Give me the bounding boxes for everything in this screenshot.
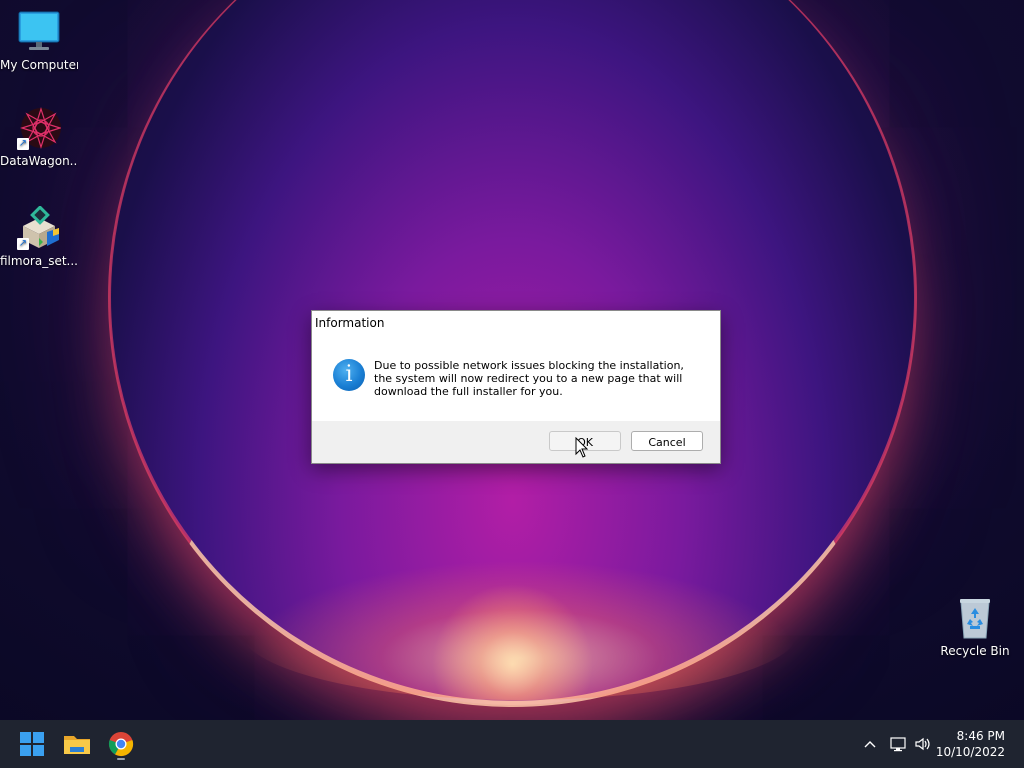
cancel-button[interactable]: Cancel [631, 431, 703, 451]
taskbar: 8:46 PM 10/10/2022 [0, 720, 1024, 768]
monitor-icon [17, 10, 61, 54]
wallpaper-glow [240, 560, 800, 700]
clock[interactable]: 8:46 PM 10/10/2022 [936, 728, 1005, 760]
chrome-icon[interactable] [105, 728, 137, 760]
desktop-icon-label: DataWagon... [0, 154, 78, 168]
recycle-bin-icon [953, 596, 997, 640]
network-icon[interactable] [888, 734, 908, 754]
info-icon: i [333, 359, 365, 391]
dialog-title: Information [315, 316, 385, 330]
desktop-icon-filmora-setup[interactable]: ↗ filmora_set... [0, 205, 78, 268]
desktop-icon-my-computer[interactable]: My Computer [0, 10, 78, 72]
chevron-up-icon[interactable] [860, 734, 880, 754]
desktop-icon-label: My Computer [0, 58, 78, 72]
running-indicator [117, 758, 125, 760]
volume-icon[interactable] [913, 734, 933, 754]
shortcut-arrow-icon: ↗ [17, 238, 29, 250]
desktop-icon-datawagon[interactable]: ↗ DataWagon... [0, 106, 78, 168]
installer-icon: ↗ [17, 205, 61, 250]
windows-start-icon[interactable] [16, 728, 48, 760]
datawagon-icon: ↗ [17, 106, 62, 150]
clock-time: 8:46 PM [956, 729, 1005, 743]
dialog-message: Due to possible network issues blocking … [374, 359, 684, 398]
desktop-icon-label: filmora_set... [0, 254, 78, 268]
mouse-cursor-icon [575, 436, 589, 459]
desktop-icon-label: Recycle Bin [940, 644, 1010, 658]
file-explorer-icon[interactable] [61, 728, 93, 760]
information-dialog: Information i Due to possible network is… [311, 310, 721, 464]
clock-date: 10/10/2022 [935, 745, 1005, 759]
shortcut-arrow-icon: ↗ [17, 138, 29, 150]
desktop-icon-recycle-bin[interactable]: Recycle Bin [936, 596, 1014, 658]
